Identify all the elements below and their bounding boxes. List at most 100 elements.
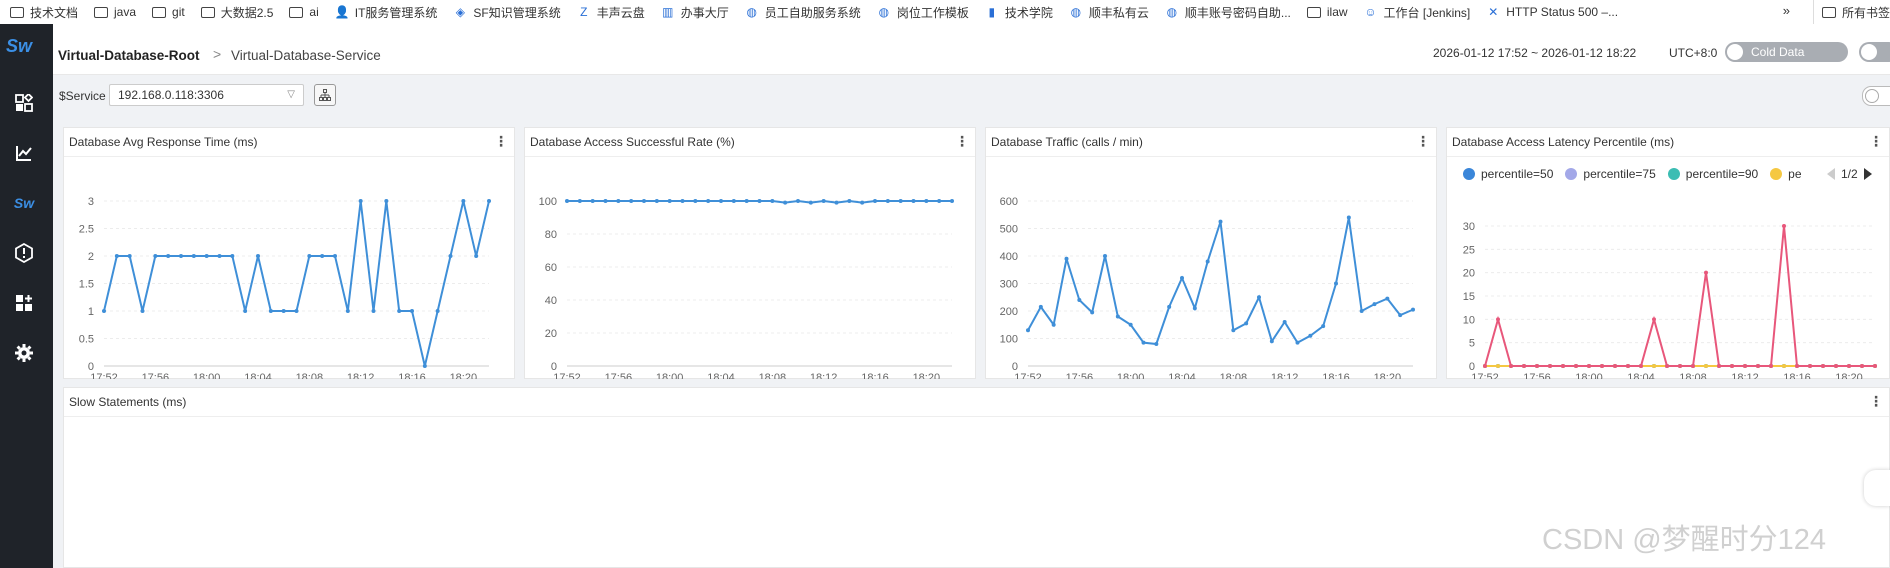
data-point (1496, 364, 1500, 368)
theme-toggle[interactable] (1859, 42, 1890, 62)
bookmark-item[interactable]: 👤 IT服务管理系统 (335, 4, 438, 21)
data-point (397, 309, 402, 313)
bookmark-item[interactable]: ◍ 顺丰私有云 (1069, 4, 1149, 21)
data-point (1704, 364, 1708, 368)
data-point (1782, 364, 1786, 368)
data-point (950, 199, 954, 203)
bookmark-label: java (114, 5, 137, 19)
bookmark-item[interactable]: ◍ 岗位工作模板 (877, 4, 969, 21)
data-point (1522, 364, 1526, 368)
widget-title: Database Access Latency Percentile (ms) (1452, 135, 1675, 149)
bookmark-item[interactable]: ◈ SF知识管理系统 (453, 4, 561, 21)
bookmark-item[interactable]: Z 丰声云盘 (577, 4, 645, 21)
breadcrumb-root[interactable]: Virtual-Database-Root (58, 48, 200, 63)
data-point (1038, 304, 1043, 309)
globe-icon: ◍ (746, 5, 758, 19)
x-tick-label: 18:04 (707, 372, 735, 379)
y-tick-label: 2 (88, 251, 94, 263)
time-range-picker[interactable]: 2026-01-12 17:52 ~ 2026-01-12 18:22 (1433, 46, 1636, 60)
floating-tool-button[interactable] (1864, 470, 1890, 506)
bookmark-item[interactable]: 大数据2.5 (200, 4, 273, 21)
bookmark-item[interactable]: ✕ HTTP Status 500 –... (1486, 5, 1618, 19)
chart-icon[interactable] (13, 142, 35, 164)
data-point (435, 309, 440, 313)
data-point (461, 199, 466, 203)
data-point (706, 199, 711, 203)
x-tick-label: 18:00 (656, 372, 684, 379)
y-tick-label: 10 (1463, 314, 1475, 326)
data-point (384, 199, 389, 203)
x-tick-label: 17:56 (1523, 372, 1551, 379)
x-tick-label: 18:00 (193, 372, 221, 379)
x-tick-label: 18:20 (450, 372, 478, 379)
topology-button[interactable] (314, 84, 336, 106)
bookmark-item[interactable]: ai (289, 5, 319, 19)
data-point (1509, 364, 1513, 368)
bookmark-item[interactable]: 技术文档 (10, 4, 78, 21)
bookmark-item[interactable]: java (94, 5, 136, 19)
data-point (1626, 364, 1630, 368)
folder-icon (1821, 6, 1836, 18)
bookmark-item[interactable]: ☺ 工作台 [Jenkins] (1364, 4, 1470, 21)
widgets-icon[interactable] (13, 292, 35, 314)
data-point (873, 199, 877, 203)
data-point (834, 200, 839, 205)
y-tick-label: 25 (1463, 244, 1475, 256)
data-point (744, 199, 749, 203)
data-point (127, 254, 132, 258)
bookmarks-more-button[interactable]: » (1783, 3, 1790, 18)
data-point (1873, 364, 1877, 368)
data-point (1346, 215, 1351, 220)
x-tick-label: 17:52 (553, 372, 581, 379)
data-point (847, 199, 852, 203)
widget-menu-icon[interactable]: ⋮ (494, 133, 508, 150)
x-tick-label: 17:52 (1471, 372, 1499, 379)
data-point (371, 309, 376, 313)
data-point (1269, 339, 1274, 344)
service-select[interactable]: 192.168.0.118:3306 ▽ (109, 84, 304, 106)
bookmark-item[interactable]: ▮ 技术学院 (985, 4, 1053, 21)
timezone-label[interactable]: UTC+8:0 (1669, 46, 1717, 60)
bookmark-item[interactable]: ◍ 员工自助服务系统 (745, 4, 861, 21)
settings-icon[interactable] (13, 342, 35, 364)
data-point (1141, 340, 1146, 345)
y-tick-label: 60 (545, 262, 557, 274)
data-point (217, 254, 222, 258)
right-toggle[interactable] (1862, 86, 1890, 106)
sidebar-logo[interactable]: Sw (6, 36, 32, 57)
data-point (590, 199, 595, 203)
x-tick-label: 17:52 (1014, 372, 1042, 379)
data-point (1257, 295, 1261, 300)
widget-menu-icon[interactable]: ⋮ (1869, 133, 1883, 150)
cold-data-label: Cold Data (1751, 45, 1805, 59)
widget-menu-icon[interactable]: ⋮ (1416, 133, 1430, 150)
bookmark-label: git (172, 5, 185, 19)
all-bookmarks-label: 所有书签 (1841, 5, 1890, 20)
data-point (230, 254, 235, 258)
data-point (1192, 306, 1197, 311)
cold-data-toggle[interactable]: Cold Data (1725, 42, 1848, 62)
data-point (1847, 364, 1851, 368)
dashboard-icon[interactable] (13, 92, 35, 114)
alarm-icon[interactable] (13, 242, 35, 264)
bookmark-label: 岗位工作模板 (896, 5, 969, 20)
bookmark-item[interactable]: git (152, 5, 185, 19)
data-point (204, 254, 209, 258)
data-point (1359, 309, 1364, 313)
data-point (1051, 322, 1056, 327)
data-point (333, 254, 337, 258)
widget-menu-icon[interactable]: ⋮ (955, 133, 969, 150)
sw-icon[interactable]: Sw (13, 192, 35, 214)
y-tick-label: 20 (1463, 268, 1475, 280)
data-point (808, 200, 813, 205)
widget-menu-icon[interactable]: ⋮ (1869, 393, 1883, 410)
data-point (281, 309, 286, 313)
data-point (320, 254, 325, 258)
bookmark-label: 技术文档 (30, 5, 79, 20)
data-point (1244, 321, 1249, 326)
bookmark-item[interactable]: ▥ 办事大厅 (661, 4, 729, 21)
all-bookmarks-button[interactable]: 所有书签 (1812, 0, 1890, 24)
bookmark-item[interactable]: ◍ 顺丰账号密码自助... (1165, 4, 1291, 21)
bookmark-item[interactable]: ilaw (1306, 5, 1348, 19)
toggle-knob (1861, 44, 1877, 60)
